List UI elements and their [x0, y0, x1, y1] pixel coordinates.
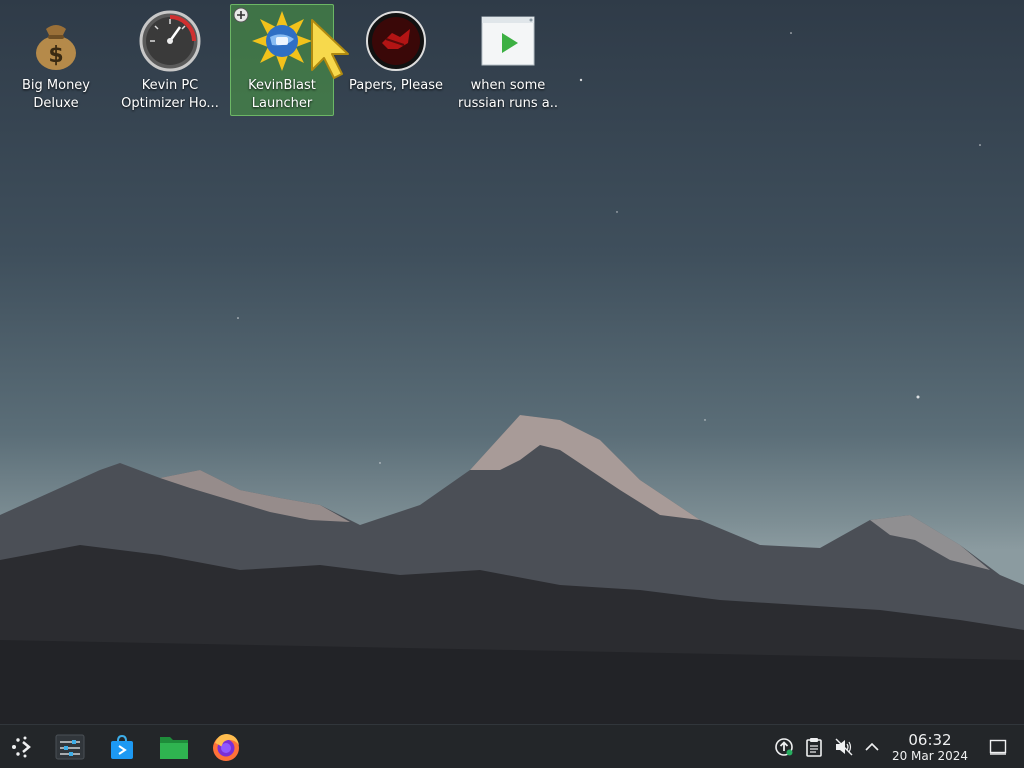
- digital-clock[interactable]: 06:32 20 Mar 2024: [884, 731, 976, 763]
- firefox-icon: [213, 734, 239, 761]
- taskbar-panel[interactable]: 06:32 20 Mar 2024: [0, 724, 1024, 768]
- speedometer-icon: [139, 10, 201, 72]
- kde-launcher-icon: [12, 736, 31, 758]
- svg-text:$: $: [48, 43, 63, 68]
- icon-label: Big Money Deluxe: [21, 78, 90, 111]
- system-settings-button[interactable]: [52, 729, 88, 765]
- discover-store-button[interactable]: [104, 729, 140, 765]
- chevron-up-icon: [865, 742, 879, 751]
- firefox-button[interactable]: [208, 729, 244, 765]
- icon-label: when some russian runs a...: [458, 78, 558, 111]
- desktop-icon-big-money-deluxe[interactable]: $ Big Money Deluxe: [4, 4, 108, 116]
- show-hidden-icons-button[interactable]: [862, 737, 882, 757]
- show-desktop-icon: [989, 739, 1007, 755]
- clipboard-tray-button[interactable]: [804, 737, 824, 757]
- video-file-icon: [481, 16, 535, 66]
- clock-date: 20 Mar 2024: [891, 749, 969, 763]
- add-plus-icon[interactable]: [233, 7, 249, 23]
- settings-sliders-icon: [55, 734, 85, 760]
- desktop-icon-video-file[interactable]: when some russian runs a...: [456, 4, 560, 116]
- kevinblast-icon: [252, 11, 312, 71]
- desktop[interactable]: $ Big Money Deluxe Kevin PC Optimizer Ho…: [0, 0, 1024, 724]
- icon-label: Kevin PC Optimizer Ho...: [121, 78, 219, 111]
- show-desktop-button[interactable]: [988, 737, 1008, 757]
- money-bag-icon: $: [36, 25, 76, 70]
- icon-label: Papers, Please: [348, 78, 444, 93]
- clock-time: 06:32: [908, 731, 952, 749]
- mouse-pointer-icon: [311, 19, 349, 79]
- application-launcher-button[interactable]: [4, 729, 40, 765]
- updates-tray-button[interactable]: [774, 737, 794, 757]
- update-arrow-icon: [775, 738, 793, 756]
- icon-label: KevinBlast Launcher: [248, 78, 316, 111]
- store-bag-icon: [111, 734, 133, 759]
- file-manager-button[interactable]: [156, 729, 192, 765]
- clipboard-icon: [806, 738, 822, 757]
- volume-tray-button[interactable]: [834, 737, 854, 757]
- papers-please-icon: [366, 11, 426, 71]
- folder-icon: [160, 737, 188, 759]
- desktop-icon-papers-please[interactable]: Papers, Please: [344, 4, 448, 116]
- desktop-icon-kevin-pc-optimizer[interactable]: Kevin PC Optimizer Ho...: [118, 4, 222, 116]
- volume-muted-icon: [835, 738, 853, 756]
